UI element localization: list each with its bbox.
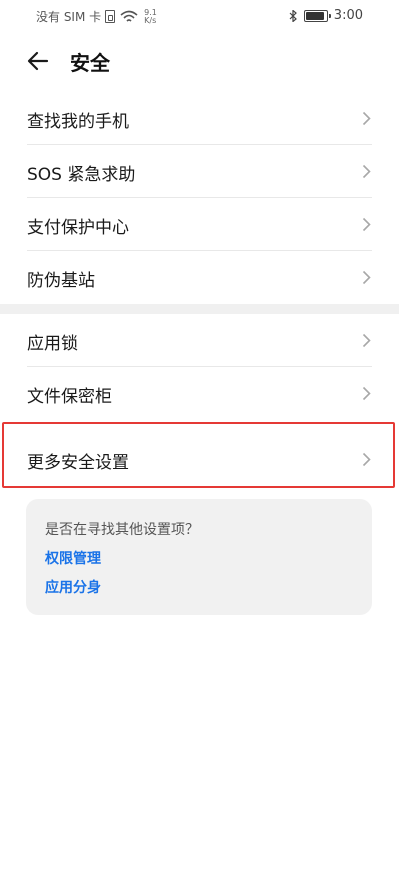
group-separator: [0, 304, 399, 314]
battery-level: [305, 11, 325, 20]
row-label: 更多安全设置: [27, 453, 129, 473]
row-payment-protection[interactable]: 支付保护中心: [0, 198, 399, 251]
security-group-2: 应用锁 文件保密柜 更多安全设置: [0, 314, 399, 493]
row-label: 防伪基站: [27, 271, 95, 291]
suggestion-card: 是否在寻找其他设置项？ 权限管理 应用分身: [26, 499, 372, 615]
row-more-security-settings[interactable]: 更多安全设置: [0, 429, 399, 493]
row-label: 支付保护中心: [27, 218, 129, 238]
clock: 3:00: [333, 8, 363, 23]
row-label: 应用锁: [27, 334, 78, 354]
row-find-my-phone[interactable]: 查找我的手机: [0, 92, 399, 145]
back-arrow-icon[interactable]: [26, 49, 50, 73]
chevron-right-icon: [362, 164, 371, 179]
row-sos[interactable]: SOS 紧急求助: [0, 145, 399, 198]
wifi-icon: [120, 10, 138, 22]
network-speed: 9.1 K/s: [144, 8, 157, 25]
chevron-right-icon: [362, 217, 371, 232]
carrier-text: 没有 SIM 卡: [36, 10, 102, 24]
row-label: 查找我的手机: [27, 112, 129, 132]
bluetooth-icon: [289, 9, 297, 22]
status-bar: 没有 SIM 卡 9.1 K/s 3:00: [0, 0, 399, 30]
security-group-1: 查找我的手机 SOS 紧急求助 支付保护中心 防伪基站: [0, 92, 399, 304]
link-permission-management[interactable]: 权限管理: [45, 548, 101, 568]
row-fake-base-station[interactable]: 防伪基站: [0, 251, 399, 304]
row-file-safe[interactable]: 文件保密柜: [0, 367, 399, 420]
link-app-twin[interactable]: 应用分身: [45, 577, 101, 597]
battery-icon: [303, 9, 331, 22]
chevron-right-icon: [362, 386, 371, 401]
status-right: 3:00: [288, 8, 363, 23]
page-title: 安全: [70, 51, 110, 75]
chevron-right-icon: [362, 111, 371, 126]
row-app-lock[interactable]: 应用锁: [0, 314, 399, 367]
suggestion-title: 是否在寻找其他设置项？: [45, 522, 199, 538]
sim-icon: [105, 10, 116, 23]
status-left: 没有 SIM 卡 9.1 K/s: [36, 8, 157, 25]
speed-unit: K/s: [144, 15, 157, 25]
row-label: SOS 紧急求助: [27, 165, 136, 185]
row-label: 文件保密柜: [27, 387, 112, 407]
app-header: 安全: [0, 36, 399, 86]
chevron-right-icon: [362, 452, 371, 467]
chevron-right-icon: [362, 270, 371, 285]
chevron-right-icon: [362, 333, 371, 348]
